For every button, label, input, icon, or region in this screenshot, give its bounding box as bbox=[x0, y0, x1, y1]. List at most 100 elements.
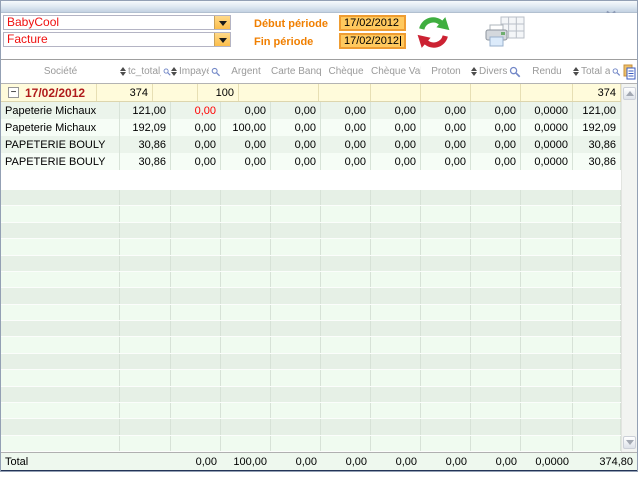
group-argent-cell: 100 bbox=[198, 84, 239, 101]
empty-row bbox=[1, 354, 621, 370]
empty-cell bbox=[471, 223, 521, 238]
empty-cell bbox=[521, 370, 573, 385]
column-header-label: Proton bbox=[431, 66, 460, 77]
empty-rows bbox=[1, 190, 621, 452]
empty-row bbox=[1, 223, 621, 239]
empty-cell bbox=[321, 321, 371, 336]
end-period-label: Fin période bbox=[254, 36, 313, 48]
vertical-scrollbar[interactable] bbox=[621, 84, 637, 452]
toolbar: BabyCool Facture Début période Fin pério… bbox=[1, 13, 637, 59]
column-header-8[interactable]: Divers bbox=[471, 60, 521, 83]
scroll-up-icon[interactable] bbox=[623, 87, 636, 100]
column-header-10[interactable]: Total autr bbox=[573, 60, 621, 83]
empty-cell bbox=[421, 239, 471, 254]
company-select[interactable]: BabyCool bbox=[3, 15, 231, 30]
value-cell: 0,00 bbox=[471, 119, 521, 136]
column-header-0[interactable]: Société bbox=[1, 60, 120, 83]
empty-cell bbox=[521, 419, 573, 434]
value-cell: 0,00 bbox=[321, 136, 371, 153]
table-row[interactable]: Papeterie Michaux121,000,000,000,000,000… bbox=[1, 102, 621, 119]
empty-cell bbox=[120, 206, 171, 221]
end-date-field[interactable]: 17/02/2012 bbox=[339, 33, 406, 49]
empty-cell bbox=[120, 305, 171, 320]
column-header-9[interactable]: Rendu bbox=[521, 60, 573, 83]
empty-row bbox=[1, 387, 621, 403]
empty-cell bbox=[171, 337, 221, 352]
filter-icon[interactable] bbox=[509, 66, 521, 78]
empty-cell bbox=[573, 256, 621, 271]
empty-cell bbox=[321, 337, 371, 352]
empty-cell bbox=[271, 272, 321, 287]
empty-cell bbox=[271, 305, 321, 320]
doctype-select[interactable]: Facture bbox=[3, 32, 231, 47]
empty-cell bbox=[371, 403, 421, 418]
copy-grid-icon[interactable] bbox=[623, 64, 636, 80]
empty-cell bbox=[573, 403, 621, 418]
empty-cell bbox=[371, 370, 421, 385]
chevron-down-icon[interactable] bbox=[214, 16, 230, 29]
empty-row bbox=[1, 206, 621, 222]
empty-cell bbox=[1, 239, 120, 254]
value-cell: 0,00 bbox=[471, 153, 521, 170]
empty-cell bbox=[171, 305, 221, 320]
empty-cell bbox=[471, 436, 521, 451]
empty-cell bbox=[321, 387, 371, 402]
value-cell: 30,86 bbox=[120, 153, 171, 170]
value-cell: 0,00 bbox=[271, 153, 321, 170]
empty-cell bbox=[1, 370, 120, 385]
empty-cell bbox=[271, 321, 321, 336]
empty-cell bbox=[471, 321, 521, 336]
group-empty-cell bbox=[421, 84, 471, 101]
chevron-down-icon[interactable] bbox=[214, 33, 230, 46]
filter-icon[interactable] bbox=[163, 66, 171, 78]
value-cell: 0,00 bbox=[471, 102, 521, 119]
table-row[interactable]: PAPETERIE BOULY30,860,000,000,000,000,00… bbox=[1, 136, 621, 153]
column-header-1[interactable]: tc_total_de bbox=[120, 60, 171, 83]
empty-row bbox=[1, 337, 621, 353]
column-header-4[interactable]: Carte Banqu bbox=[271, 60, 321, 83]
group-empty-cell bbox=[319, 84, 371, 101]
window-cap bbox=[1, 1, 637, 13]
empty-cell bbox=[521, 288, 573, 303]
empty-cell bbox=[521, 223, 573, 238]
empty-cell bbox=[521, 403, 573, 418]
column-header-5[interactable]: Chèque bbox=[321, 60, 371, 83]
group-row-header-cell: −17/02/2012 bbox=[1, 84, 97, 101]
value-cell: 0,00 bbox=[471, 136, 521, 153]
value-cell: 0,00 bbox=[421, 119, 471, 136]
empty-cell bbox=[573, 419, 621, 434]
group-empty-cell bbox=[239, 84, 319, 101]
table-row[interactable]: PAPETERIE BOULY30,860,000,000,000,000,00… bbox=[1, 153, 621, 170]
empty-row bbox=[1, 272, 621, 288]
column-header-7[interactable]: Proton bbox=[421, 60, 471, 83]
column-header-3[interactable]: Argent bbox=[221, 60, 271, 83]
value-cell: 192,09 bbox=[573, 119, 621, 136]
value-cell: 0,00 bbox=[321, 153, 371, 170]
empty-cell bbox=[421, 190, 471, 205]
print-grid-icon[interactable] bbox=[484, 16, 526, 49]
empty-cell bbox=[521, 305, 573, 320]
empty-cell bbox=[321, 223, 371, 238]
societe-cell: Papeterie Michaux bbox=[1, 119, 120, 136]
start-date-field[interactable]: 17/02/2012 bbox=[339, 15, 406, 31]
refresh-icon[interactable] bbox=[417, 16, 450, 49]
scroll-down-icon[interactable] bbox=[623, 436, 636, 449]
filter-icon[interactable] bbox=[211, 66, 221, 78]
empty-cell bbox=[120, 223, 171, 238]
empty-cell bbox=[171, 223, 221, 238]
empty-cell bbox=[1, 288, 120, 303]
group-row[interactable]: −17/02/2012374100374 bbox=[1, 84, 621, 102]
total-value-cell: 0,00 bbox=[271, 453, 321, 470]
collapse-expander-icon[interactable]: − bbox=[8, 87, 19, 98]
empty-row bbox=[1, 321, 621, 337]
empty-cell bbox=[271, 436, 321, 451]
column-header-2[interactable]: Impayée bbox=[171, 60, 221, 83]
column-header-label: Impayée bbox=[179, 66, 209, 77]
empty-cell bbox=[421, 370, 471, 385]
empty-cell bbox=[471, 370, 521, 385]
filter-icon[interactable] bbox=[612, 66, 621, 78]
empty-cell bbox=[371, 239, 421, 254]
table-row[interactable]: Papeterie Michaux192,090,00100,000,000,0… bbox=[1, 119, 621, 136]
column-header-6[interactable]: Chèque Val bbox=[371, 60, 421, 83]
empty-cell bbox=[1, 337, 120, 352]
